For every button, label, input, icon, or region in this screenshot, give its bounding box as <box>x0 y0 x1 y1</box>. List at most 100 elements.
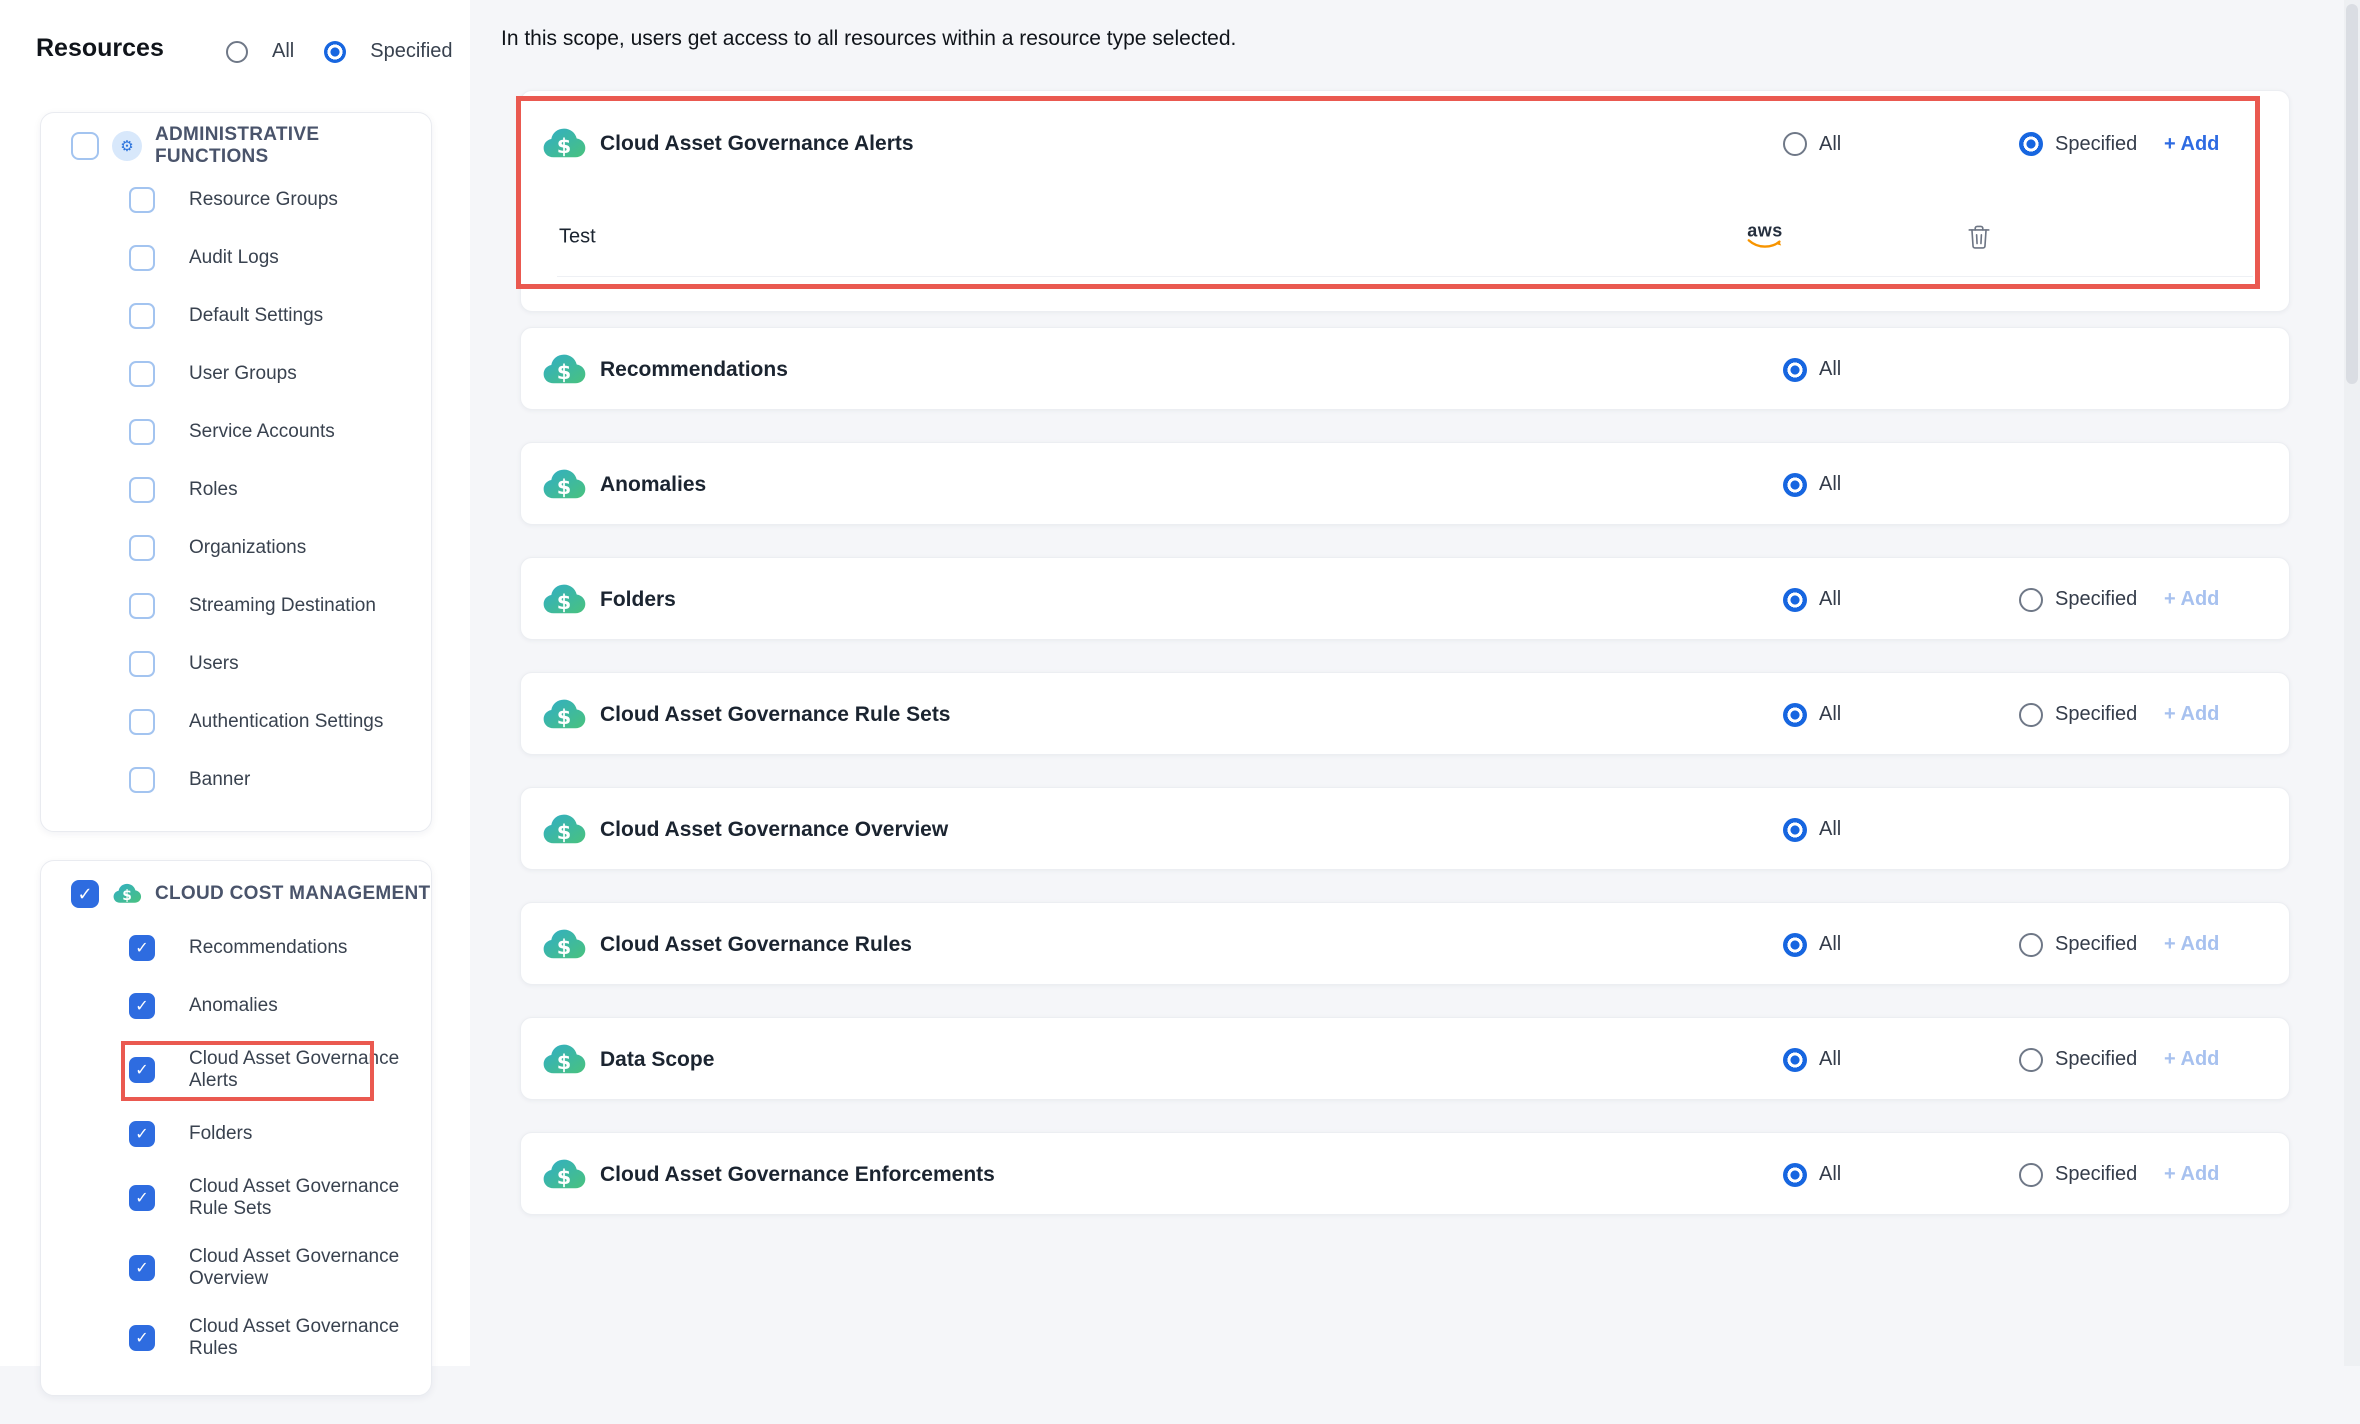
sidebar-item: Roles <box>41 461 431 519</box>
item-label: Cloud Asset Governance Overview <box>189 1246 431 1290</box>
item-checkbox[interactable] <box>129 767 155 793</box>
all-radio[interactable] <box>1783 818 1807 842</box>
trash-icon[interactable] <box>1967 224 1991 250</box>
specified-radio[interactable] <box>2019 1163 2043 1187</box>
item-label: Service Accounts <box>189 421 431 443</box>
item-checkbox[interactable] <box>129 709 155 735</box>
resources-main-panel: In this scope, users get access to all r… <box>470 0 2360 1366</box>
all-radio[interactable] <box>1783 473 1807 497</box>
item-label: Roles <box>189 479 431 501</box>
add-button[interactable]: + Add <box>2164 91 2219 197</box>
scope-radio-specified[interactable] <box>324 41 346 63</box>
item-checkbox[interactable]: ✓ <box>129 1121 155 1147</box>
item-label: User Groups <box>189 363 431 385</box>
add-button[interactable]: + Add <box>2164 1133 2219 1216</box>
item-checkbox[interactable] <box>129 303 155 329</box>
all-radio-label: All <box>1819 1163 1841 1186</box>
svg-text:$: $ <box>557 1050 572 1074</box>
item-checkbox[interactable] <box>129 361 155 387</box>
add-button[interactable]: + Add <box>2164 673 2219 756</box>
all-radio-label: All <box>1819 818 1841 841</box>
resource-row-card: $ Cloud Asset Governance Alerts All Spec… <box>520 90 2290 312</box>
item-checkbox[interactable]: ✓ <box>129 1185 155 1211</box>
sidebar-item: Organizations <box>41 519 431 577</box>
item-checkbox[interactable] <box>129 187 155 213</box>
cloud-dollar-icon: $ <box>541 126 587 162</box>
scope-radio-all[interactable] <box>226 41 248 63</box>
item-checkbox[interactable]: ✓ <box>129 1057 155 1083</box>
item-checkbox[interactable] <box>129 419 155 445</box>
sidebar-item: Resource Groups <box>41 171 431 229</box>
sidebar-item: Audit Logs <box>41 229 431 287</box>
resource-row-card: $ Cloud Asset Governance Rules All Speci… <box>520 902 2290 985</box>
sidebar-group-items: Resource Groups Audit Logs Default Setti… <box>41 171 431 809</box>
specified-radio[interactable] <box>2019 1048 2043 1072</box>
all-radio-label: All <box>1819 473 1841 496</box>
sidebar-item: Service Accounts <box>41 403 431 461</box>
group-checkbox[interactable]: ✓ <box>71 880 99 908</box>
item-checkbox[interactable] <box>129 535 155 561</box>
item-checkbox[interactable]: ✓ <box>129 1255 155 1281</box>
all-radio[interactable] <box>1783 358 1807 382</box>
scrollbar-thumb[interactable] <box>2346 4 2358 384</box>
all-radio[interactable] <box>1783 933 1807 957</box>
all-radio[interactable] <box>1783 1048 1807 1072</box>
all-radio[interactable] <box>1783 1163 1807 1187</box>
svg-text:$: $ <box>122 888 132 904</box>
svg-text:$: $ <box>557 134 572 158</box>
item-label: Folders <box>189 1123 431 1145</box>
item-label: Authentication Settings <box>189 711 431 733</box>
cloud-dollar-icon: $ <box>541 697 587 733</box>
add-button[interactable]: + Add <box>2164 903 2219 986</box>
row-entries: Test aws <box>521 197 2289 277</box>
entry-name: Test <box>559 225 596 248</box>
resource-row-title: Cloud Asset Governance Enforcements <box>600 1163 995 1187</box>
item-checkbox[interactable] <box>129 593 155 619</box>
scope-radio-label: Specified <box>370 40 452 63</box>
svg-text:$: $ <box>557 590 572 614</box>
specified-radio[interactable] <box>2019 588 2043 612</box>
specified-radio[interactable] <box>2019 933 2043 957</box>
resource-row: $ Folders All Specified + Add <box>521 558 2289 641</box>
resource-row-title: Cloud Asset Governance Rules <box>600 933 912 957</box>
sidebar-item: Users <box>41 635 431 693</box>
item-checkbox[interactable]: ✓ <box>129 935 155 961</box>
all-radio[interactable] <box>1783 588 1807 612</box>
specified-option: Specified <box>2019 903 2137 986</box>
svg-text:$: $ <box>557 360 572 384</box>
all-radio[interactable] <box>1783 132 1807 156</box>
specified-radio[interactable] <box>2019 132 2043 156</box>
add-button[interactable]: + Add <box>2164 1018 2219 1101</box>
all-radio-label: All <box>1819 588 1841 611</box>
resource-entry-row: Test aws <box>557 197 2253 277</box>
item-checkbox[interactable] <box>129 477 155 503</box>
item-label: Organizations <box>189 537 431 559</box>
all-radio[interactable] <box>1783 703 1807 727</box>
item-checkbox[interactable]: ✓ <box>129 993 155 1019</box>
aws-icon: aws <box>1743 222 1787 249</box>
scrollbar-track[interactable] <box>2344 0 2360 1366</box>
sidebar-item: Banner <box>41 751 431 809</box>
group-checkbox[interactable] <box>71 132 99 160</box>
sidebar-group-header: ✓ $ CLOUD COST MANAGEMENT <box>41 873 431 915</box>
sidebar-item: Authentication Settings <box>41 693 431 751</box>
svg-text:$: $ <box>557 705 572 729</box>
specified-radio-label: Specified <box>2055 703 2137 726</box>
item-checkbox[interactable] <box>129 245 155 271</box>
all-radio-label: All <box>1819 703 1841 726</box>
cloud-dollar-icon: $ <box>541 927 587 963</box>
resource-row-title: Cloud Asset Governance Rule Sets <box>600 703 951 727</box>
item-checkbox[interactable] <box>129 651 155 677</box>
resource-row-title: Cloud Asset Governance Overview <box>600 818 948 842</box>
scope-description: In this scope, users get access to all r… <box>501 27 1236 51</box>
item-label: Cloud Asset Governance Alerts <box>189 1048 431 1092</box>
resource-row: $ Cloud Asset Governance Rules All Speci… <box>521 903 2289 986</box>
item-checkbox[interactable]: ✓ <box>129 1325 155 1351</box>
specified-radio[interactable] <box>2019 703 2043 727</box>
scope-option-specified: Specified <box>324 40 452 63</box>
all-radio-label: All <box>1819 1048 1841 1071</box>
add-button[interactable]: + Add <box>2164 558 2219 641</box>
specified-radio-label: Specified <box>2055 133 2137 156</box>
all-option: All <box>1783 1018 1841 1101</box>
cloud-dollar-icon: $ <box>541 352 587 388</box>
